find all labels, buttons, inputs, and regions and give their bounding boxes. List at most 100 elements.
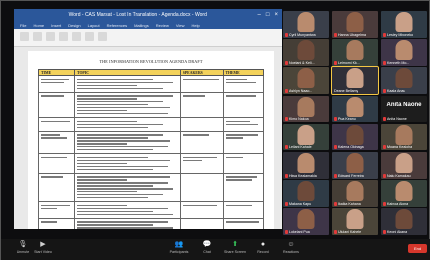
muted-mic-icon [383,173,386,178]
paste-icon[interactable] [20,32,29,41]
participant-name: Lokelani Pua [289,229,310,234]
participant-name: Lesley Mboneko [387,32,414,37]
muted-mic-icon [285,201,288,206]
participant-tile[interactable]: Cyril Munyantwa [283,11,329,38]
start-video-button[interactable]: ▶ Start Video [23,241,63,254]
participant-nametag: Nalu Kamakau [381,173,427,179]
text-line [77,110,128,112]
agenda-cell [74,75,181,93]
align-icon[interactable] [72,32,81,41]
participant-tile[interactable]: Leimomi Kk... [332,39,378,66]
participant-video [346,68,364,89]
participant-video [395,68,413,89]
agenda-cell [222,201,264,219]
participant-tile[interactable]: Ashlyn Naao... [283,67,329,94]
participant-video [346,40,364,61]
agenda-cell [38,75,75,93]
participant-tile[interactable]: Kimo Nakoa [283,95,329,123]
participant-nametag: Leimomi Kk... [332,60,378,66]
agenda-cell [222,75,264,93]
participant-tile[interactable]: Kenneth Mo... [381,39,427,66]
participant-tile[interactable]: Keoni Akana [381,208,427,235]
participant-tile[interactable]: Leilani Kahale [283,123,329,151]
minimize-icon[interactable]: – [258,12,261,18]
participant-nametag: Deane Bellamy [332,88,378,94]
participant-nametag: Lesley Mboneko [381,32,427,38]
participant-nametag: Kalena Okinaga [332,144,378,150]
ribbon-tab[interactable]: Insert [51,23,61,28]
document-titlebar: Word - CAS Marsat - Lost In Translation … [14,9,282,21]
participant-tile[interactable]: Lokelani Pua [283,208,329,235]
muted-mic-icon [383,117,386,122]
ribbon-tab[interactable]: Help [191,23,199,28]
agenda-row [38,75,264,93]
participant-name: Edward Ferreira [338,173,364,178]
shared-document: Word - CAS Marsat - Lost In Translation … [14,9,282,229]
participant-nametag: Pua Keanu [332,116,378,122]
toolbar-label: Participants [169,250,189,254]
agenda-cell [38,130,75,155]
participant-tile[interactable]: Pua Keanu [332,95,378,123]
text-line [41,156,68,159]
participant-nametag: Kaala Anau [381,88,427,94]
bold-icon[interactable] [33,32,42,41]
participant-name: Kainoa Aiona [387,201,409,206]
agenda-cell [38,117,75,132]
document-canvas[interactable]: THE INFORMATION REVOLUTION AGENDA DRAFT … [14,47,282,229]
participant-tile[interactable]: Ululani Kahele [332,208,378,235]
text-line [41,95,65,97]
participant-tile[interactable]: Hiwa Kealamakia [283,151,329,179]
reactions-button[interactable]: ☺ Reactions [271,241,311,254]
ribbon-tab[interactable]: File [20,23,26,28]
agenda-cell [74,172,181,203]
ribbon-tab[interactable]: Review [156,23,169,28]
ribbon-tab[interactable]: Home [33,23,44,28]
agenda-cell [222,130,264,155]
participant-tile[interactable]: Moana Kealoha [381,123,427,151]
participant-tile[interactable]: Lesley Mboneko [381,11,427,38]
participant-tile[interactable]: Kainoa Aiona [381,180,427,207]
maximize-icon[interactable]: □ [266,12,270,18]
participant-nametag: Edward Ferreira [332,173,378,179]
reactions-icon: ☺ [287,241,295,248]
ribbon-tab[interactable]: Mailings [134,23,149,28]
underline-icon[interactable] [59,32,68,41]
participant-nametag: Hanna Ubagelma [332,32,378,38]
participant-tile[interactable]: Ikaika Kahana [332,180,378,207]
end-meeting-button[interactable]: End [408,244,427,253]
participant-tile[interactable]: Nalu Kamakau [381,151,427,179]
participant-nametag: Lokelani Pua [283,229,329,235]
agenda-cell [222,117,264,132]
ribbon-tab[interactable]: Layout [88,23,100,28]
participant-tile[interactable]: Kaala Anau [381,67,427,94]
text-line [41,120,71,122]
muted-mic-icon [334,229,337,234]
participant-tile[interactable]: Noelani & Keli... [283,39,329,66]
text-line [77,113,168,115]
participant-tile[interactable]: Deane Bellamy [331,66,379,95]
participant-tile[interactable]: Hanna Ubagelma [332,11,378,38]
ribbon-tab[interactable]: Design [68,23,80,28]
ribbon-tab[interactable]: References [107,23,127,28]
styles-icon[interactable] [85,32,94,41]
italic-icon[interactable] [46,32,55,41]
toolbar-label: Record [257,250,269,254]
text-line [41,78,69,80]
muted-mic-icon [285,117,288,122]
agenda-row [38,91,264,119]
participant-tile[interactable]: Kalena Okinaga [332,123,378,151]
participant-tile[interactable]: Edward Ferreira [332,151,378,179]
participant-tile[interactable]: Anita Naone Anita Naone [381,95,427,123]
ribbon-tab[interactable]: View [176,23,185,28]
participant-video [346,124,364,145]
find-icon[interactable] [98,32,107,41]
text-line [182,134,210,136]
participant-name: Noelani & Keli... [289,60,315,65]
agenda-cell [222,172,264,203]
text-line [225,123,259,125]
document-page[interactable]: THE INFORMATION REVOLUTION AGENDA DRAFT … [28,51,274,229]
close-icon[interactable]: × [274,12,278,18]
text-line [41,81,65,83]
participant-tile[interactable]: Makana Kapu [283,180,329,207]
muted-mic-icon [334,201,337,206]
